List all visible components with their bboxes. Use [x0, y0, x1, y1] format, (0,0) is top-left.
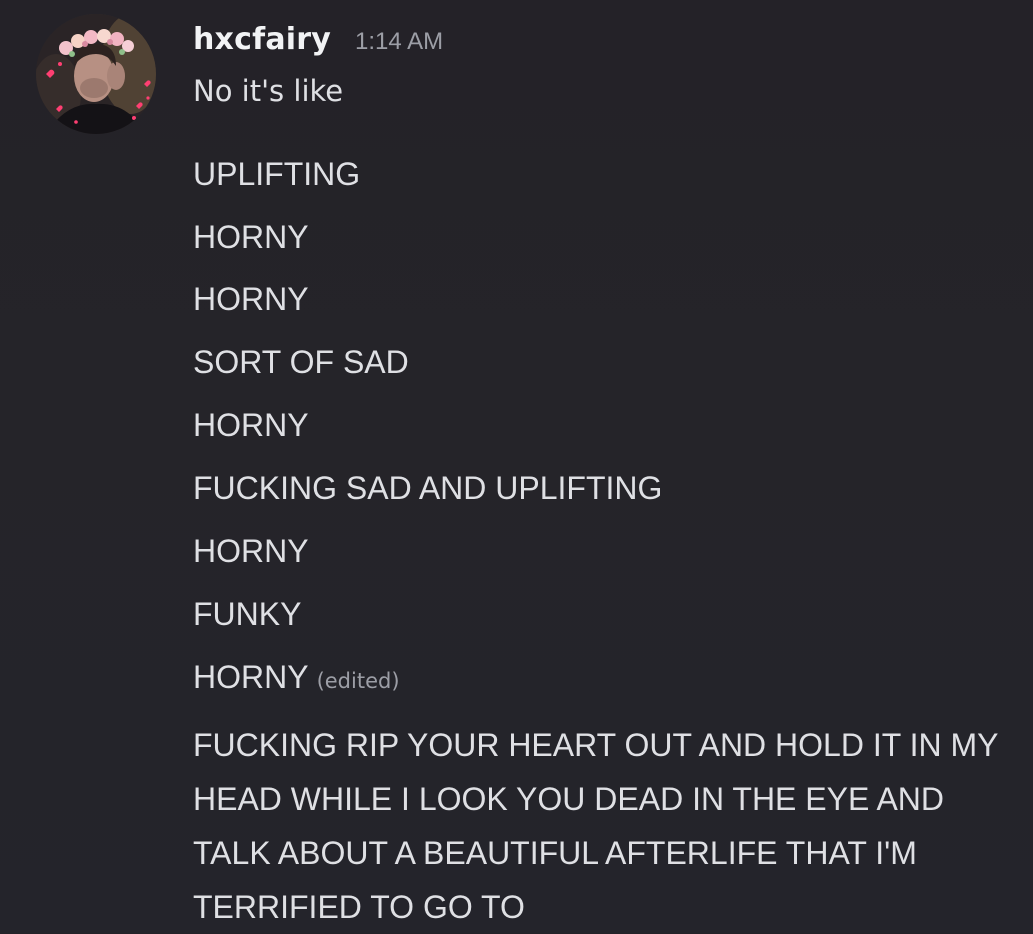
user-avatar[interactable] [36, 14, 156, 134]
message-line-edited: HORNY (edited) [193, 657, 400, 701]
edited-label[interactable]: (edited) [317, 669, 400, 693]
chat-message: hxcfairy 1:14 AM No it's like UPLIFTING … [0, 0, 1033, 933]
message-line: HORNY [193, 407, 309, 443]
message-line: HORNY [193, 281, 309, 317]
message-line: HORNY [193, 533, 309, 569]
message-line-long: FUCKING RIP YOUR HEART OUT AND HOLD IT I… [193, 727, 998, 925]
message-header: hxcfairy 1:14 AM [193, 22, 443, 66]
message-line-text: HORNY [193, 659, 309, 695]
timestamp[interactable]: 1:14 AM [355, 28, 443, 56]
message-line: FUNKY [193, 596, 302, 632]
message-line: FUCKING SAD AND UPLIFTING [193, 470, 663, 506]
message-line: HORNY [193, 219, 309, 255]
avatar-image [36, 14, 156, 134]
message-line: UPLIFTING [193, 156, 361, 192]
message-line: SORT OF SAD [193, 344, 409, 380]
message-line: No it's like [193, 74, 344, 108]
username[interactable]: hxcfairy [193, 22, 331, 57]
